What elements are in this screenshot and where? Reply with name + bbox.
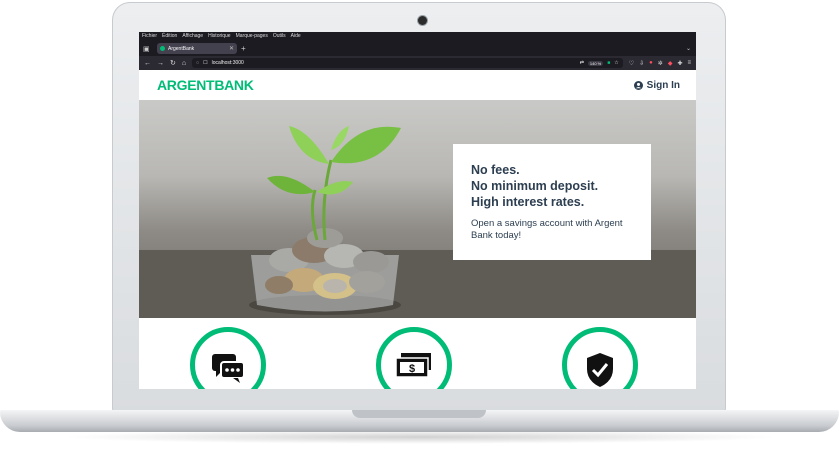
logo-argent: ARGENT bbox=[157, 77, 215, 93]
close-tab-icon[interactable]: ✕ bbox=[229, 45, 234, 52]
menu-edit[interactable]: Édition bbox=[162, 32, 177, 41]
security-icon bbox=[587, 353, 613, 387]
pocket-icon[interactable]: ♡ bbox=[629, 60, 634, 67]
sign-in-link[interactable]: Sign In bbox=[633, 79, 680, 91]
address-bar[interactable]: ◌ ☐ localhost:3000 ⇄ 140 % ■ ☆ bbox=[192, 58, 623, 68]
home-icon[interactable]: ⌂ bbox=[182, 60, 186, 67]
lock-icon[interactable]: ☐ bbox=[203, 60, 207, 66]
translate-icon[interactable]: ⇄ bbox=[580, 60, 584, 66]
features-section: $ bbox=[139, 318, 696, 389]
feature-chat bbox=[190, 327, 266, 389]
svg-text:$: $ bbox=[409, 363, 415, 375]
reload-icon[interactable]: ↻ bbox=[170, 59, 176, 67]
extension-green-icon[interactable]: ■ bbox=[607, 60, 610, 66]
menu-help[interactable]: Aide bbox=[291, 32, 301, 41]
feature-money: $ bbox=[376, 327, 452, 389]
user-circle-icon bbox=[633, 80, 643, 90]
extensions-icon[interactable]: ✚ bbox=[677, 60, 682, 67]
hero-banner: No fees. No minimum deposit. High intere… bbox=[139, 100, 696, 318]
laptop-notch bbox=[352, 410, 486, 418]
zoom-level[interactable]: 140 % bbox=[587, 60, 604, 66]
toolbar-extensions: ♡ ⇩ ● ✲ ◆ ✚ ≡ bbox=[629, 60, 691, 67]
promo-subtitle-3: High interest rates. bbox=[471, 195, 585, 209]
logo-bank: BANK bbox=[214, 77, 254, 93]
sign-in-label: Sign In bbox=[646, 79, 680, 91]
menu-bookmarks[interactable]: Marque-pages bbox=[236, 32, 268, 41]
camera bbox=[418, 16, 427, 25]
browser-tab[interactable]: ArgentBank ✕ bbox=[157, 43, 237, 54]
browser-menubar: Fichier Édition Affichage Historique Mar… bbox=[139, 32, 696, 41]
menu-tools[interactable]: Outils bbox=[273, 32, 286, 41]
tab-list-icon[interactable]: ▣ bbox=[143, 45, 153, 53]
bookmark-star-icon[interactable]: ☆ bbox=[614, 60, 618, 66]
forward-icon[interactable]: → bbox=[157, 60, 164, 67]
site-header: ARGENTBANK Sign In bbox=[139, 70, 696, 100]
menu-history[interactable]: Historique bbox=[208, 32, 231, 41]
chat-icon bbox=[212, 354, 245, 383]
menu-view[interactable]: Affichage bbox=[182, 32, 203, 41]
download-icon[interactable]: ⇩ bbox=[639, 60, 644, 67]
screen: Fichier Édition Affichage Historique Mar… bbox=[139, 32, 696, 389]
promo-card: No fees. No minimum deposit. High intere… bbox=[453, 144, 651, 260]
back-icon[interactable]: ← bbox=[144, 60, 151, 67]
url-text[interactable]: localhost:3000 bbox=[212, 60, 576, 66]
shield-icon[interactable]: ◌ bbox=[196, 60, 199, 66]
block-icon[interactable]: ● bbox=[649, 60, 653, 66]
extension-red-icon[interactable]: ◆ bbox=[668, 60, 673, 67]
tab-title: ArgentBank bbox=[168, 45, 195, 52]
menu-icon[interactable]: ≡ bbox=[687, 60, 691, 66]
favicon-icon bbox=[160, 46, 165, 51]
new-tab-icon[interactable]: + bbox=[241, 44, 246, 53]
promo-subtitle-1: No fees. bbox=[471, 163, 520, 177]
menu-file[interactable]: Fichier bbox=[142, 32, 157, 41]
promo-subtitle-2: No minimum deposit. bbox=[471, 179, 599, 193]
tab-bar: ▣ ArgentBank ✕ + ⌄ bbox=[139, 41, 696, 56]
extension-gear-icon[interactable]: ✲ bbox=[658, 60, 663, 67]
argent-bank-logo[interactable]: ARGENTBANK bbox=[157, 77, 254, 93]
feature-security bbox=[562, 327, 638, 389]
laptop-shadow bbox=[60, 430, 780, 444]
nav-bar: ← → ↻ ⌂ ◌ ☐ localhost:3000 ⇄ 140 % ■ ☆ ♡… bbox=[139, 56, 696, 70]
chevron-down-icon[interactable]: ⌄ bbox=[686, 45, 696, 52]
money-icon: $ bbox=[395, 353, 431, 378]
promo-text: Open a savings account with Argent Bank … bbox=[471, 218, 623, 241]
